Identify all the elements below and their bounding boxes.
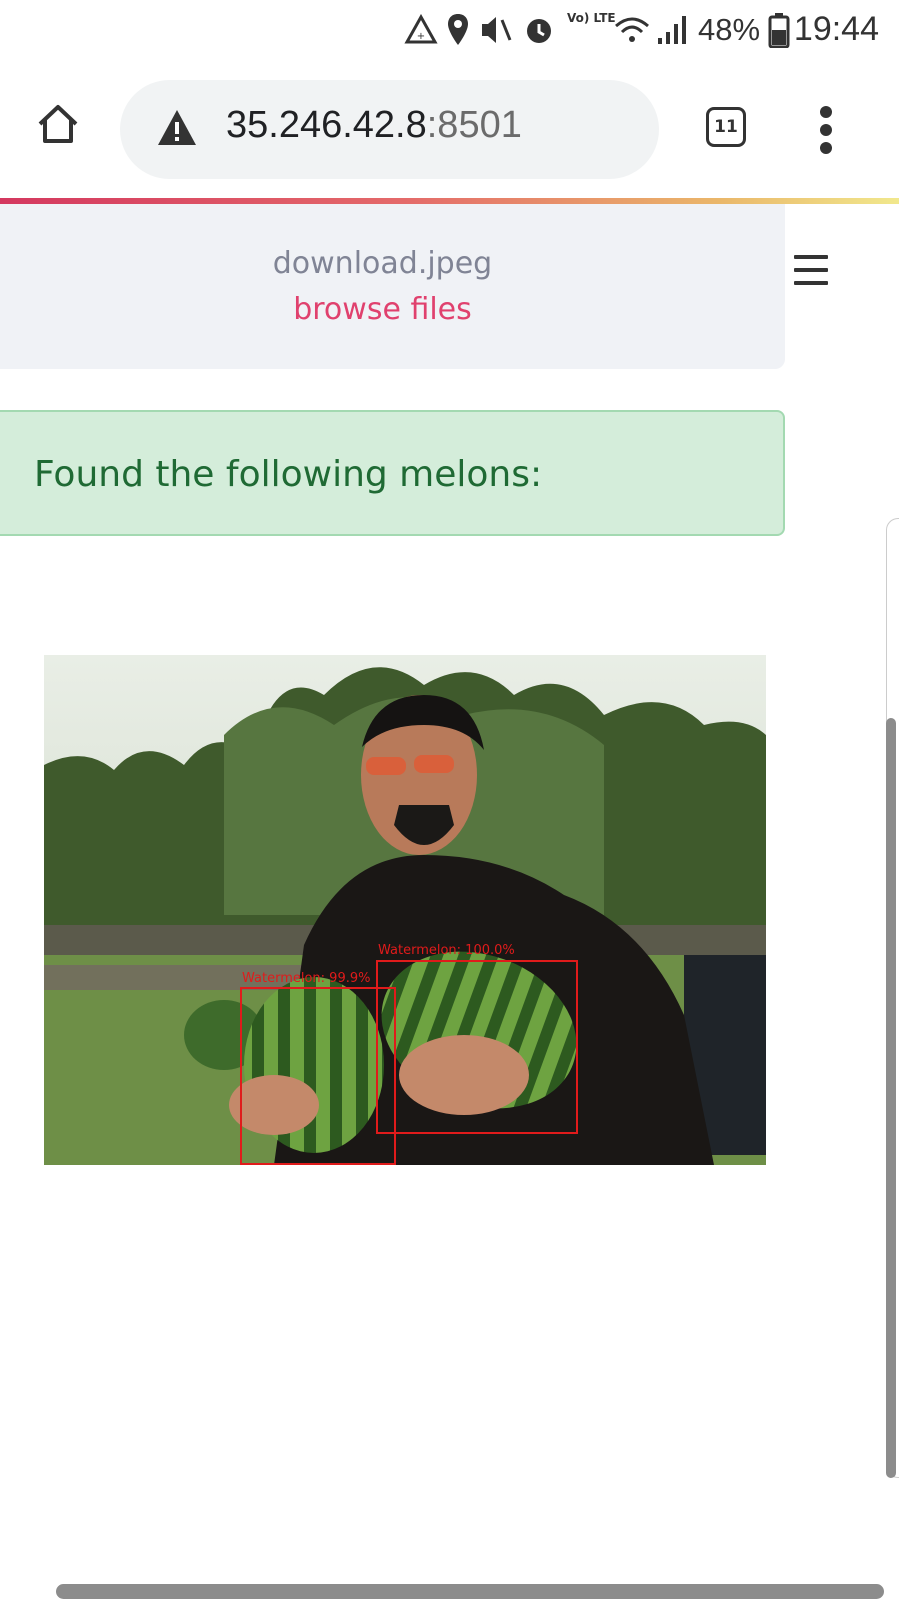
data-saver-icon: + — [404, 14, 438, 44]
svg-text:+: + — [417, 31, 425, 42]
browse-files-button[interactable]: browse files — [0, 292, 765, 327]
vibrate-icon — [482, 17, 512, 43]
success-alert: Found the following melons: — [0, 410, 785, 536]
battery-percent: 48% — [698, 12, 761, 47]
browser-toolbar: 35.246.42.8:8501 11 — [0, 64, 899, 198]
volte-indicator: Vo) LTE — [567, 11, 616, 25]
alarm-icon — [527, 19, 551, 43]
vertical-scrollbar-thumb[interactable] — [886, 718, 896, 1478]
detection-label-watermelon-2: Watermelon: 99.9% — [242, 971, 371, 986]
uploaded-file-name: download.jpeg — [272, 246, 493, 281]
home-icon[interactable] — [36, 102, 80, 146]
detection-result-image: Watermelon: 100.0% Watermelon: 99.9% — [44, 655, 766, 1165]
wifi-icon — [615, 17, 649, 42]
file-uploader[interactable]: download.jpeg browse files — [0, 204, 785, 369]
status-bar: + Vo) LTE 48% 19:44 — [0, 0, 899, 64]
tab-switcher-button[interactable]: 11 — [706, 107, 746, 147]
signal-icon — [658, 16, 686, 44]
url-text[interactable]: 35.246.42.8:8501 — [226, 104, 522, 147]
location-icon — [448, 14, 468, 45]
clock: 19:44 — [793, 10, 879, 48]
url-host: 35.246.42.8 — [226, 104, 427, 146]
battery-icon — [768, 13, 790, 48]
not-secure-warning-icon[interactable] — [156, 108, 198, 148]
detection-label-watermelon-1: Watermelon: 100.0% — [378, 943, 515, 958]
success-message: Found the following melons: — [34, 454, 543, 495]
url-port: :8501 — [426, 104, 522, 146]
detection-box-watermelon-2 — [240, 987, 396, 1165]
detection-box-watermelon-1 — [376, 960, 578, 1134]
address-bar[interactable]: 35.246.42.8:8501 — [120, 80, 659, 179]
horizontal-scrollbar[interactable] — [56, 1584, 884, 1599]
overflow-menu-icon[interactable] — [814, 106, 838, 154]
hamburger-menu-icon[interactable] — [794, 255, 828, 285]
